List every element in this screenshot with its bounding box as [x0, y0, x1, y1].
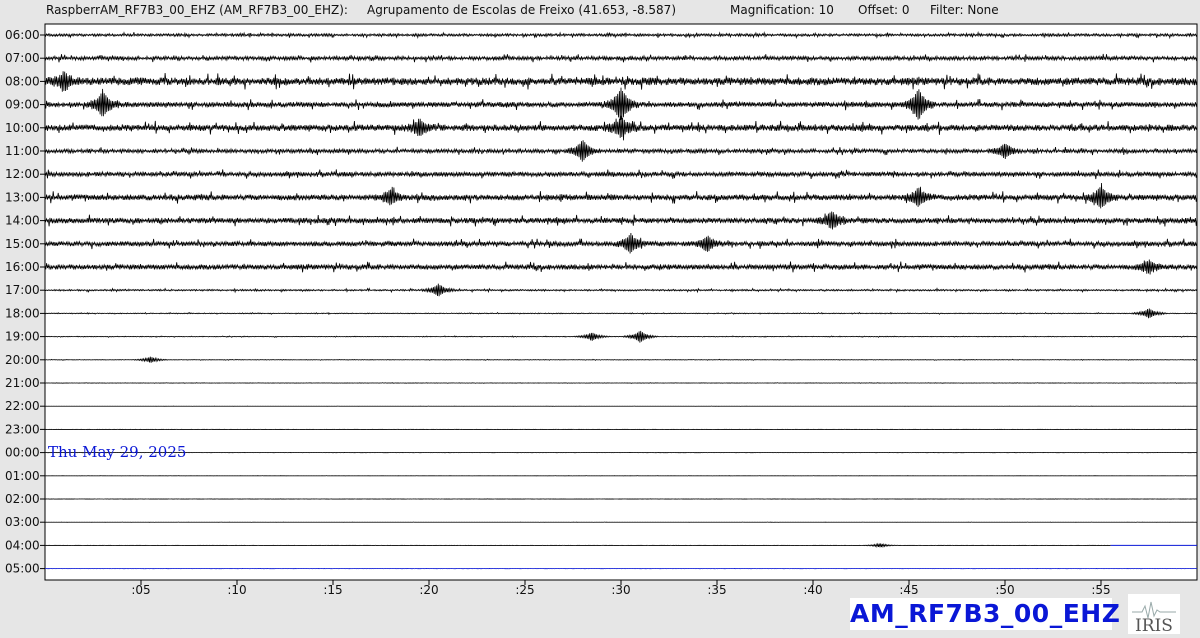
trace-2100	[44, 382, 1198, 384]
row-time-label: 03:00	[5, 515, 40, 529]
row-time-label: 13:00	[5, 190, 40, 204]
row-time-label: 12:00	[5, 167, 40, 181]
x-tick-label: :35	[707, 583, 726, 597]
plot-area	[44, 23, 1198, 581]
row-time-label: 22:00	[5, 399, 40, 413]
x-tick-label: :10	[227, 583, 246, 597]
row-time-label: 16:00	[5, 260, 40, 274]
row-time-label: 15:00	[5, 237, 40, 251]
x-tick-label: :30	[611, 583, 630, 597]
row-time-label: 01:00	[5, 469, 40, 483]
row-time-label: 06:00	[5, 28, 40, 42]
row-time-label: 05:00	[5, 562, 40, 576]
row-time-label: 10:00	[5, 121, 40, 135]
helicorder-plot: 06:00 07:00 08:00 09:00 10:00 11:00 12:00 13:00…	[5, 23, 1198, 597]
row-time-label: 21:00	[5, 376, 40, 390]
row-time-label: 23:00	[5, 422, 40, 436]
row-time-label: 04:00	[5, 538, 40, 552]
iris-logo: IRIS	[1128, 594, 1180, 634]
x-tick-label: :50	[995, 583, 1014, 597]
date-label: Thu May 29, 2025	[48, 443, 186, 461]
row-time-label: 00:00	[5, 446, 40, 460]
row-time-label: 11:00	[5, 144, 40, 158]
station-label: AM_RF7B3_00_EHZ	[850, 598, 1121, 630]
row-time-label: 19:00	[5, 330, 40, 344]
x-tick-label: :05	[131, 583, 150, 597]
row-time-label: 08:00	[5, 74, 40, 88]
x-tick-label: :15	[323, 583, 342, 597]
row-time-label: 14:00	[5, 214, 40, 228]
row-time-label: 09:00	[5, 98, 40, 112]
logo-text: IRIS	[1135, 616, 1173, 634]
x-tick-label: :45	[899, 583, 918, 597]
row-time-label: 17:00	[5, 283, 40, 297]
row-time-label: 20:00	[5, 353, 40, 367]
row-time-label: 02:00	[5, 492, 40, 506]
x-tick-label: :25	[515, 583, 534, 597]
x-tick-label: :55	[1091, 583, 1110, 597]
x-tick-label: :40	[803, 583, 822, 597]
x-tick-label: :20	[419, 583, 438, 597]
row-time-label: 07:00	[5, 51, 40, 65]
row-time-label: 18:00	[5, 306, 40, 320]
